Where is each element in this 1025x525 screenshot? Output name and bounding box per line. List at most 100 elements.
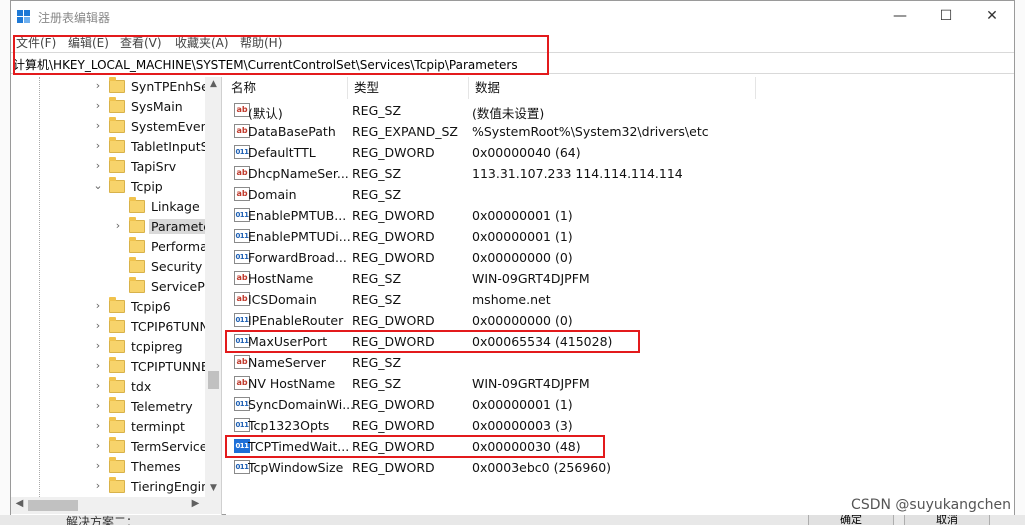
tree-item[interactable]: › Parameter <box>11 217 219 237</box>
tree-item[interactable]: › TapiSrv <box>11 157 205 177</box>
value-type: REG_SZ <box>352 187 402 202</box>
chevron-right-icon[interactable]: › <box>93 159 103 172</box>
value-row[interactable]: ab DhcpNameSer... REG_SZ 113.31.107.233 114… <box>226 163 986 184</box>
chevron-right-icon[interactable]: › <box>113 219 123 232</box>
tree-item[interactable]: › SynTPEnhSer <box>11 77 214 97</box>
value-row[interactable]: 011 EnablePMTUB... REG_DWORD 0x00000001 (1) <box>226 205 986 226</box>
tree-item[interactable]: › SysMain <box>11 97 205 117</box>
scroll-right-arrow-icon[interactable]: ▶ <box>187 498 204 509</box>
value-name: Tcp1323Opts <box>248 418 330 433</box>
value-type: REG_DWORD <box>352 208 435 223</box>
chevron-right-icon[interactable]: › <box>93 419 103 432</box>
value-name: DhcpNameSer... <box>248 166 349 181</box>
minimize-button[interactable]: — <box>877 1 923 31</box>
tree-item[interactable]: ⌄ Tcpip <box>11 177 205 197</box>
tree-item[interactable]: › Tcpip6 <box>11 297 205 317</box>
chevron-right-icon[interactable]: › <box>93 459 103 472</box>
value-row[interactable]: 011 TcpWindowSize REG_DWORD 0x0003ebc0 (256… <box>226 457 986 478</box>
tree-horizontal-scrollbar[interactable]: ◀ ▶ <box>11 497 221 514</box>
scroll-down-arrow-icon[interactable]: ▼ <box>205 483 221 493</box>
tree-item[interactable]: › TieringEngine <box>11 477 217 497</box>
menu-view[interactable]: 查看(V) <box>120 34 162 51</box>
chevron-right-icon[interactable]: › <box>93 119 103 132</box>
value-name: DataBasePath <box>248 124 336 139</box>
tree-item[interactable]: Security <box>11 257 205 277</box>
chevron-right-icon[interactable]: › <box>93 399 103 412</box>
value-row[interactable]: ab HostName REG_SZ WIN-09GRT4DJPFM <box>226 268 986 289</box>
folder-icon <box>109 417 125 433</box>
value-row[interactable]: 011 DefaultTTL REG_DWORD 0x00000040 (64) <box>226 142 986 163</box>
value-row[interactable]: 011 IPEnableRouter REG_DWORD 0x00000000 (0) <box>226 310 986 331</box>
tree-hscroll-thumb[interactable] <box>28 500 78 511</box>
value-row[interactable]: 011 ForwardBroad... REG_DWORD 0x00000000 (0… <box>226 247 986 268</box>
value-type: REG_DWORD <box>352 334 435 349</box>
value-name: TCPTimedWait... <box>248 439 350 454</box>
close-button[interactable]: ✕ <box>969 1 1015 31</box>
menu-file[interactable]: 文件(F) <box>16 34 56 51</box>
chevron-right-icon[interactable]: › <box>93 339 103 352</box>
menu-favorites[interactable]: 收藏夹(A) <box>175 34 229 51</box>
value-row[interactable]: ab NV HostName REG_SZ WIN-09GRT4DJPFM <box>226 373 986 394</box>
value-row[interactable]: ab ICSDomain REG_SZ mshome.net <box>226 289 986 310</box>
scroll-left-arrow-icon[interactable]: ◀ <box>11 498 28 509</box>
value-row[interactable]: 011 EnablePMTUDi... REG_DWORD 0x00000001 (1… <box>226 226 986 247</box>
tree-item[interactable]: › TermService <box>11 437 208 457</box>
column-header-name[interactable]: 名称 <box>226 77 348 99</box>
tree-item-label: Tcpip <box>131 179 163 194</box>
chevron-right-icon[interactable]: › <box>93 139 103 152</box>
menu-help[interactable]: 帮助(H) <box>240 34 282 51</box>
chevron-right-icon[interactable]: › <box>93 99 103 112</box>
chevron-right-icon[interactable]: › <box>93 359 103 372</box>
chevron-down-icon[interactable]: ⌄ <box>93 179 103 192</box>
address-path[interactable]: 计算机\HKEY_LOCAL_MACHINE\SYSTEM\CurrentCon… <box>13 56 518 73</box>
tree-item[interactable]: › TCPIP6TUNN <box>11 317 209 337</box>
tree-item[interactable]: › tcpipreg <box>11 337 205 357</box>
tree-item-label: tdx <box>131 379 152 394</box>
tree-item[interactable]: › tdx <box>11 377 205 397</box>
chevron-right-icon[interactable]: › <box>93 379 103 392</box>
value-row[interactable]: ab NameServer REG_SZ <box>226 352 986 373</box>
value-row[interactable]: 011 TCPTimedWait... REG_DWORD 0x00000030 (4… <box>226 436 986 457</box>
menu-edit[interactable]: 编辑(E) <box>68 34 109 51</box>
value-row[interactable]: 011 MaxUserPort REG_DWORD 0x00065534 (41502… <box>226 331 986 352</box>
value-row[interactable]: 011 SyncDomainWi... REG_DWORD 0x00000001 (1… <box>226 394 986 415</box>
value-row[interactable]: ab Domain REG_SZ <box>226 184 986 205</box>
tree-item[interactable]: › terminpt <box>11 417 205 437</box>
folder-icon <box>109 117 125 133</box>
value-data: 0x00000001 (1) <box>472 208 573 223</box>
chevron-right-icon[interactable]: › <box>93 319 103 332</box>
value-row[interactable]: 011 Tcp1323Opts REG_DWORD 0x00000003 (3) <box>226 415 986 436</box>
scroll-up-arrow-icon[interactable]: ▲ <box>205 79 221 89</box>
title-bar[interactable]: 注册表编辑器 — ☐ ✕ <box>11 1 1014 33</box>
value-type: REG_DWORD <box>352 418 435 433</box>
screenshot-stage: 解决方案二： 确定 取消 注册表编辑器 — ☐ ✕ 文件(F) 编辑(E) 查看… <box>0 0 1025 525</box>
chevron-right-icon[interactable]: › <box>93 299 103 312</box>
chevron-right-icon[interactable]: › <box>93 439 103 452</box>
folder-icon <box>109 377 125 393</box>
tree-vertical-scrollbar[interactable]: ▲ ▼ <box>205 77 221 497</box>
tree-item[interactable]: › SystemEvents <box>11 117 220 137</box>
tree-item[interactable]: ServicePrc <box>11 277 216 297</box>
tree-item[interactable]: › TCPIPTUNNE <box>11 357 209 377</box>
address-bar[interactable]: 计算机\HKEY_LOCAL_MACHINE\SYSTEM\CurrentCon… <box>11 52 1014 74</box>
column-header-data[interactable]: 数据 <box>470 77 756 99</box>
value-data: 0x00000001 (1) <box>472 229 573 244</box>
value-type: REG_SZ <box>352 376 402 391</box>
value-row[interactable]: ab (默认) REG_SZ (数值未设置) <box>226 100 986 121</box>
tree-item[interactable]: › Telemetry <box>11 397 205 417</box>
value-row[interactable]: ab DataBasePath REG_EXPAND_SZ %SystemRoot%\… <box>226 121 986 142</box>
value-data: mshome.net <box>472 292 551 307</box>
value-data: 113.31.107.233 114.114.114.114 <box>472 166 683 181</box>
tree-item[interactable]: Linkage <box>11 197 205 217</box>
value-data: 0x00000000 (0) <box>472 250 573 265</box>
tree-scroll-thumb[interactable] <box>208 371 219 389</box>
chevron-right-icon[interactable]: › <box>93 479 103 492</box>
maximize-button[interactable]: ☐ <box>923 1 969 31</box>
chevron-right-icon[interactable]: › <box>93 79 103 92</box>
column-header-type[interactable]: 类型 <box>349 77 469 99</box>
tree-item[interactable]: › Themes <box>11 457 205 477</box>
tree-item[interactable]: › TabletInputSe <box>11 137 216 157</box>
tree-item-label: Performar <box>151 239 213 254</box>
tree-item[interactable]: Performar <box>11 237 213 257</box>
tree-item-label: Security <box>151 259 203 274</box>
